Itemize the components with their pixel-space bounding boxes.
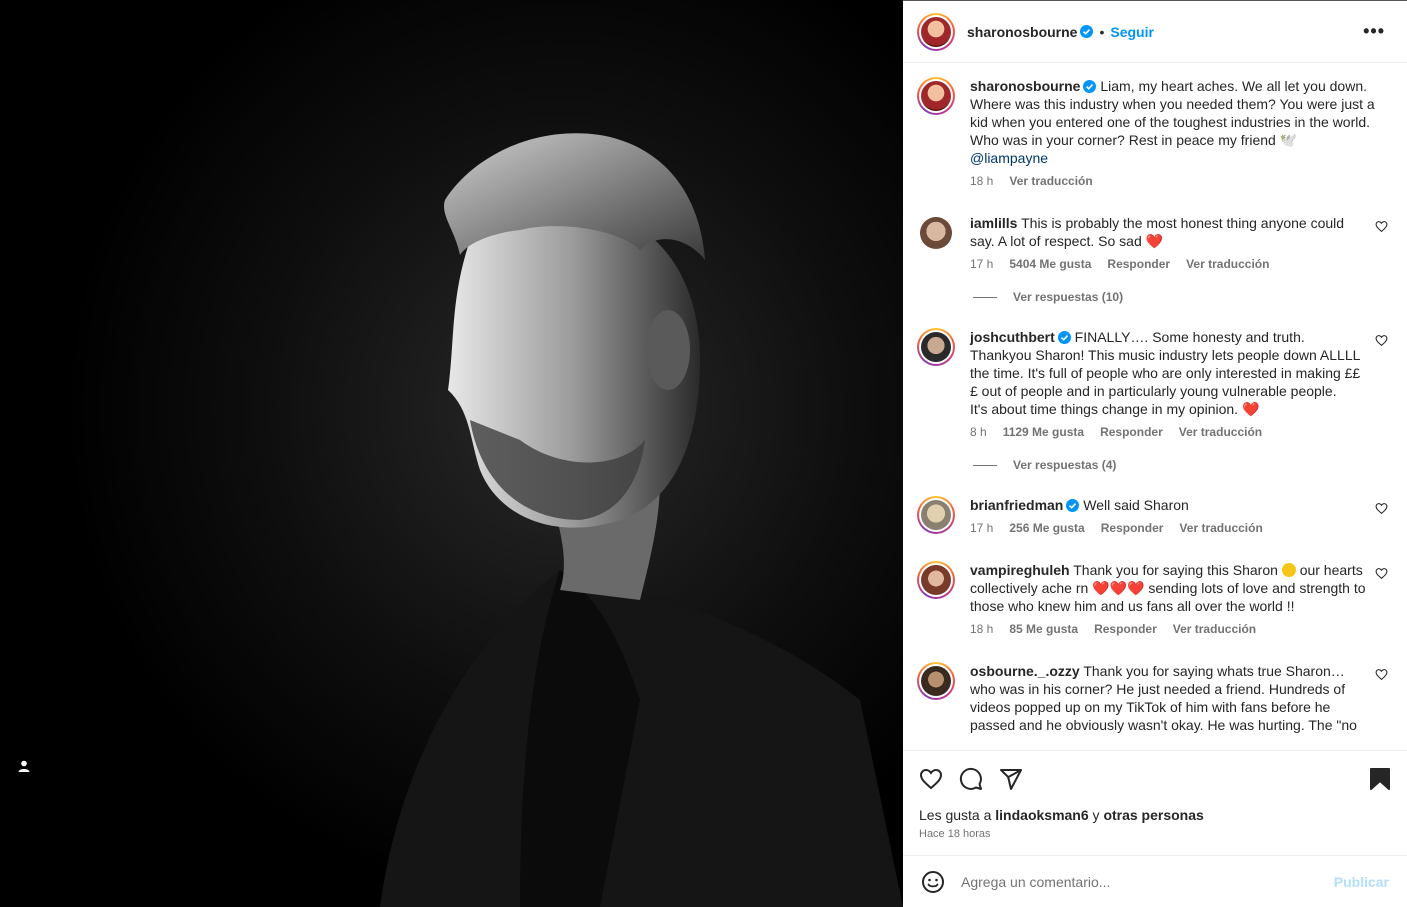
comment-composer: Publicar bbox=[903, 855, 1407, 907]
translate-link[interactable]: Ver traducción bbox=[1179, 519, 1262, 537]
comment-input[interactable] bbox=[961, 874, 1334, 890]
view-replies-label: Ver respuestas (10) bbox=[1013, 290, 1124, 304]
comment-item: brianfriedman Well said Sharon 17 h 256 … bbox=[917, 496, 1391, 537]
likes-others-link[interactable]: otras personas bbox=[1103, 807, 1203, 823]
comment-item: vampireghuleh Thank you for saying this … bbox=[917, 561, 1391, 638]
reply-button[interactable]: Responder bbox=[1100, 423, 1163, 441]
comment-time: 18 h bbox=[970, 622, 994, 636]
author-avatar[interactable] bbox=[917, 12, 955, 51]
reply-button[interactable]: Responder bbox=[1101, 519, 1164, 537]
bookmark-icon[interactable] bbox=[1369, 767, 1391, 791]
caption-username[interactable]: sharonosbourne bbox=[970, 78, 1080, 94]
like-comment-icon[interactable] bbox=[1375, 668, 1388, 681]
comment-likes[interactable]: 1129 Me gusta bbox=[1003, 423, 1084, 441]
user-tag-icon[interactable] bbox=[17, 759, 31, 773]
post-header: sharonosbourne • Seguir ••• bbox=[903, 1, 1407, 63]
like-comment-icon[interactable] bbox=[1375, 220, 1388, 233]
comment-likes[interactable]: 85 Me gusta bbox=[1009, 620, 1078, 638]
comment-text-line2: It's about time things change in my opin… bbox=[970, 401, 1239, 417]
comment-time: 8 h bbox=[970, 425, 987, 439]
comment-username[interactable]: osbourne._.ozzy bbox=[970, 663, 1080, 679]
view-replies-button[interactable]: Ver respuestas (4) bbox=[973, 458, 1391, 472]
like-comment-icon[interactable] bbox=[1375, 502, 1388, 515]
comment-item: iamlills This is probably the most hones… bbox=[917, 214, 1391, 273]
separator-dot: • bbox=[1099, 23, 1105, 40]
likes-user-link[interactable]: lindaoksman6 bbox=[995, 807, 1088, 823]
comment-likes[interactable]: 256 Me gusta bbox=[1009, 519, 1084, 537]
commenter-avatar[interactable] bbox=[917, 561, 955, 599]
commenter-avatar[interactable] bbox=[917, 328, 955, 366]
comment-text: Thank you for saying this Sharon bbox=[1073, 562, 1278, 578]
comment-item: osbourne._.ozzy Thank you for saying wha… bbox=[917, 662, 1391, 734]
comment-likes[interactable]: 5404 Me gusta bbox=[1009, 255, 1091, 273]
share-icon[interactable] bbox=[999, 767, 1023, 791]
like-icon[interactable] bbox=[919, 767, 943, 791]
comment-time: 17 h bbox=[970, 521, 994, 535]
translate-link[interactable]: Ver traducción bbox=[1009, 172, 1092, 190]
verified-badge-icon bbox=[1066, 499, 1080, 512]
hearts-emoji: ❤️❤️❤️ bbox=[1092, 580, 1145, 596]
caption-time: 18 h bbox=[970, 174, 994, 188]
commenter-avatar[interactable] bbox=[917, 496, 955, 534]
comment-text: Well said Sharon bbox=[1083, 497, 1189, 513]
reply-button[interactable]: Responder bbox=[1107, 255, 1170, 273]
post-timestamp: Hace 18 horas bbox=[919, 828, 991, 840]
comment-username[interactable]: brianfriedman bbox=[970, 497, 1063, 513]
comment-icon[interactable] bbox=[959, 767, 983, 791]
mention-link[interactable]: @liampayne bbox=[970, 150, 1048, 166]
likes-mid: y bbox=[1092, 807, 1100, 823]
reply-button[interactable]: Responder bbox=[1094, 620, 1157, 638]
verified-badge-icon bbox=[1080, 25, 1094, 38]
comments-list[interactable]: sharonosbourne Liam, my heart aches. We … bbox=[903, 63, 1407, 750]
like-comment-icon[interactable] bbox=[1375, 334, 1388, 347]
view-replies-button[interactable]: Ver respuestas (10) bbox=[973, 290, 1391, 304]
post-actions: Les gusta a lindaoksman6 y otras persona… bbox=[903, 750, 1407, 855]
translate-link[interactable]: Ver traducción bbox=[1179, 423, 1262, 441]
caption: sharonosbourne Liam, my heart aches. We … bbox=[917, 77, 1391, 190]
sad-face-emoji bbox=[1281, 563, 1296, 577]
publish-button[interactable]: Publicar bbox=[1334, 874, 1389, 890]
caption-avatar[interactable] bbox=[917, 77, 955, 115]
translate-link[interactable]: Ver traducción bbox=[1186, 255, 1269, 273]
verified-badge-icon bbox=[1057, 331, 1071, 344]
post-photo bbox=[0, 0, 903, 907]
comment-username[interactable]: iamlills bbox=[970, 215, 1017, 231]
heart-emoji: ❤️ bbox=[1145, 233, 1164, 249]
comment-username[interactable]: vampireghuleh bbox=[970, 562, 1070, 578]
author-username[interactable]: sharonosbourne bbox=[967, 24, 1077, 40]
commenter-avatar[interactable] bbox=[917, 662, 955, 700]
likes-summary: Les gusta a lindaoksman6 y otras persona… bbox=[919, 807, 1391, 823]
heart-emoji: ❤️ bbox=[1241, 401, 1260, 417]
emoji-icon[interactable] bbox=[921, 870, 945, 894]
likes-prefix: Les gusta a bbox=[919, 807, 992, 823]
post-media[interactable] bbox=[0, 0, 903, 907]
comment-username[interactable]: joshcuthbert bbox=[970, 329, 1055, 345]
comment-time: 17 h bbox=[970, 257, 994, 271]
translate-link[interactable]: Ver traducción bbox=[1173, 620, 1256, 638]
comment-item: joshcuthbert FINALLY…. Some honesty and … bbox=[917, 328, 1391, 441]
view-replies-label: Ver respuestas (4) bbox=[1013, 458, 1117, 472]
follow-button[interactable]: Seguir bbox=[1110, 24, 1154, 40]
verified-badge-icon bbox=[1083, 80, 1097, 93]
like-comment-icon[interactable] bbox=[1375, 567, 1388, 580]
commenter-avatar[interactable] bbox=[920, 217, 952, 249]
post-side-panel: sharonosbourne • Seguir ••• sharonosbour… bbox=[903, 0, 1407, 907]
more-options-button[interactable]: ••• bbox=[1363, 21, 1393, 42]
